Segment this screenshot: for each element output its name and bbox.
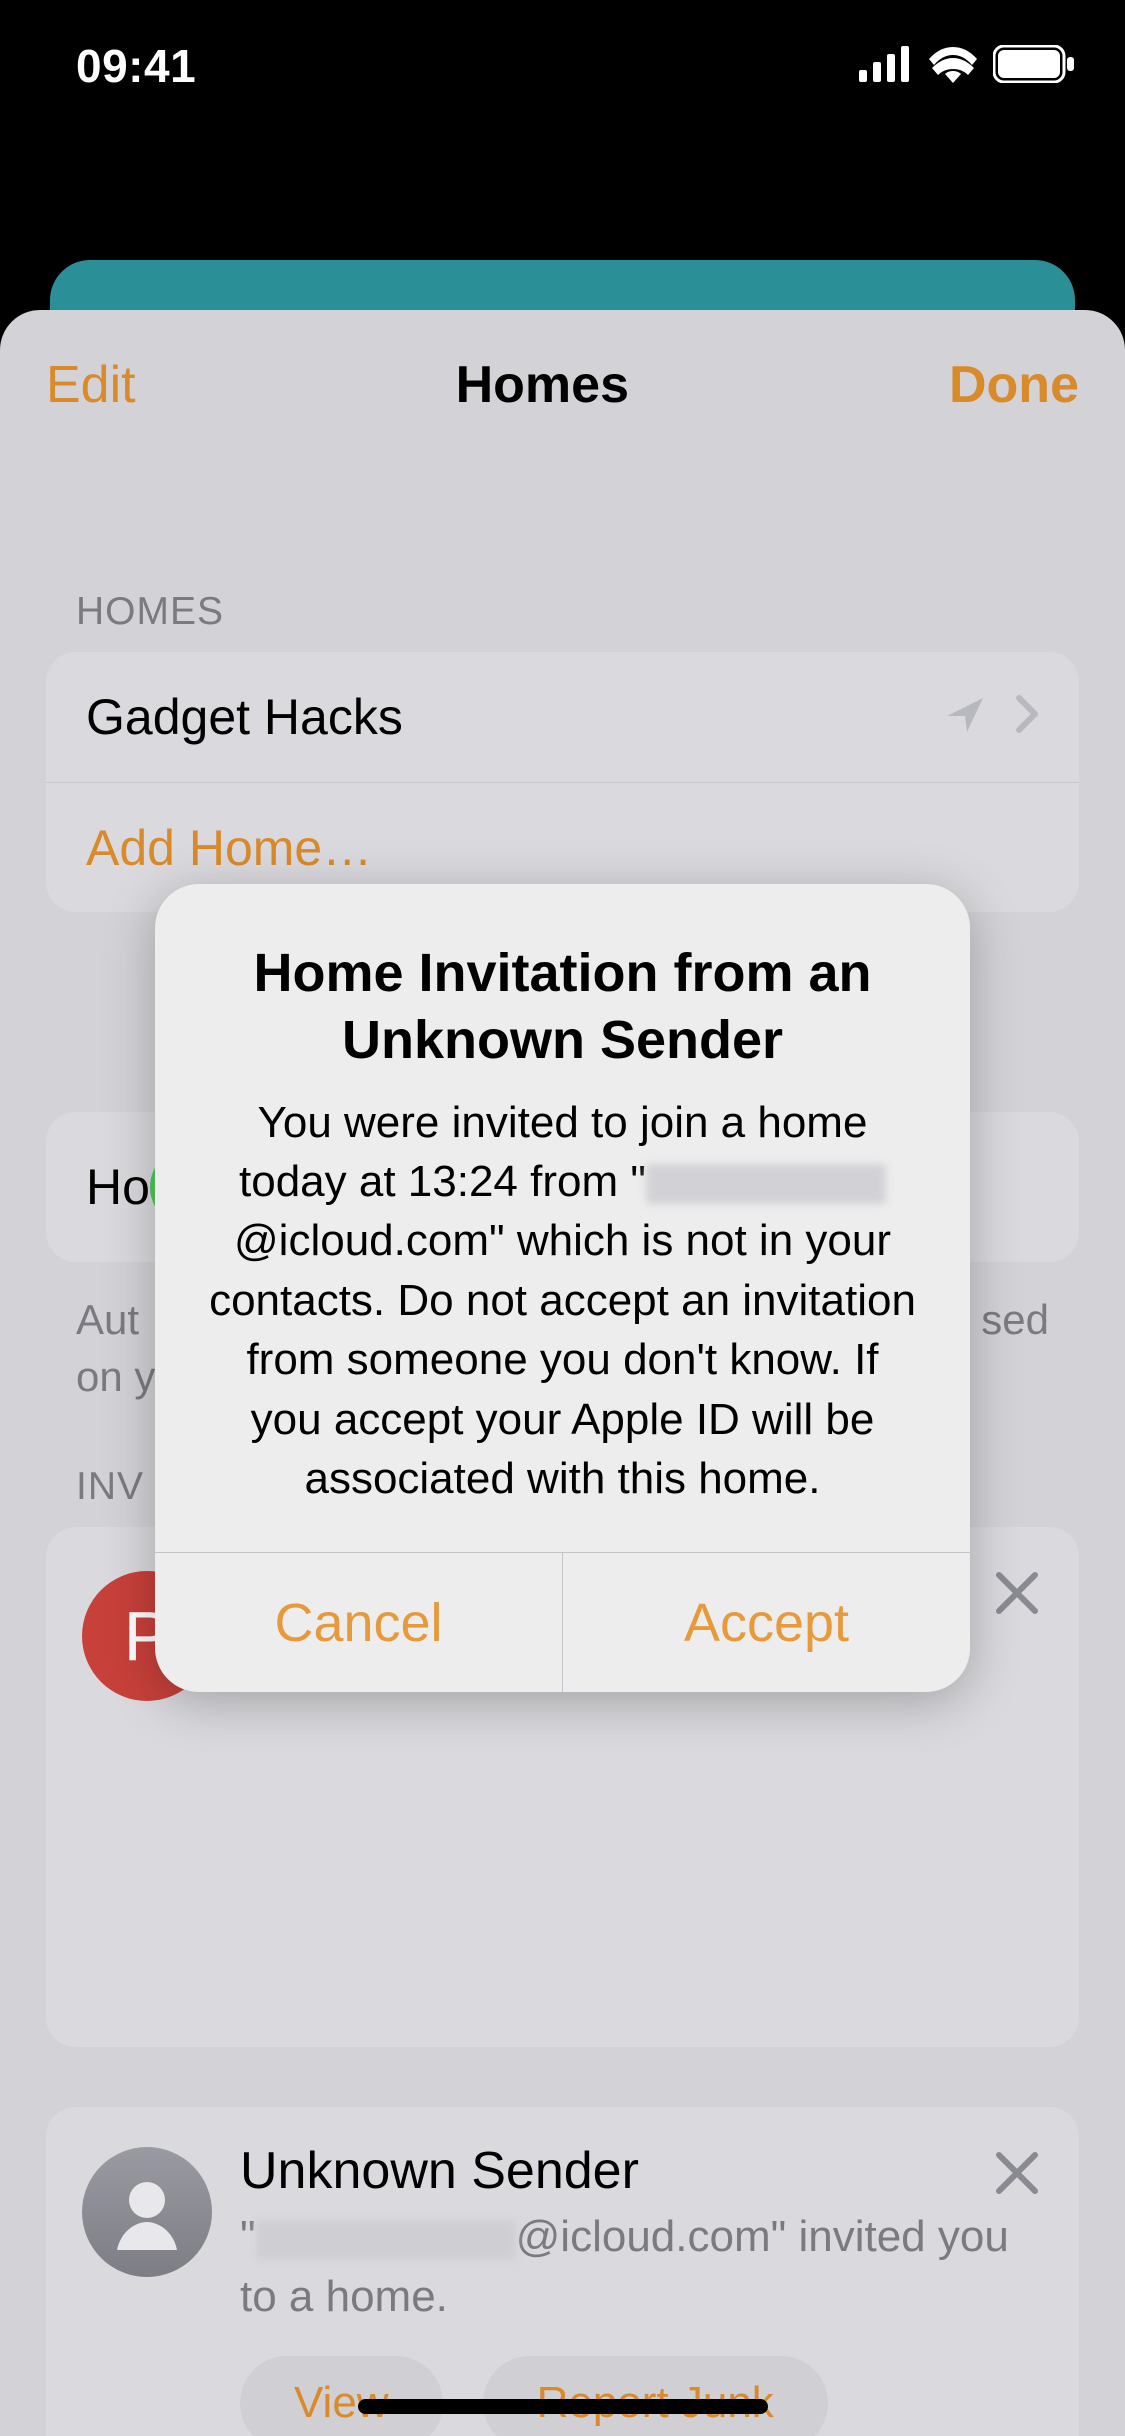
alert-dialog: Home Invitation from an Unknown Sender Y…: [155, 884, 970, 1693]
alert-title: Home Invitation from an Unknown Sender: [209, 940, 916, 1075]
cancel-button[interactable]: Cancel: [155, 1553, 562, 1692]
alert-message: You were invited to join a home today at…: [209, 1093, 916, 1509]
alert-body: Home Invitation from an Unknown Sender Y…: [155, 884, 970, 1553]
redacted-email: [646, 1164, 886, 1204]
alert-buttons: Cancel Accept: [155, 1552, 970, 1692]
device-frame: 09:41 Edit Homes Done HOMES Gadget Hacks: [0, 0, 1125, 2436]
alert-backdrop: Home Invitation from an Unknown Sender Y…: [0, 0, 1125, 2436]
accept-button[interactable]: Accept: [562, 1553, 970, 1692]
